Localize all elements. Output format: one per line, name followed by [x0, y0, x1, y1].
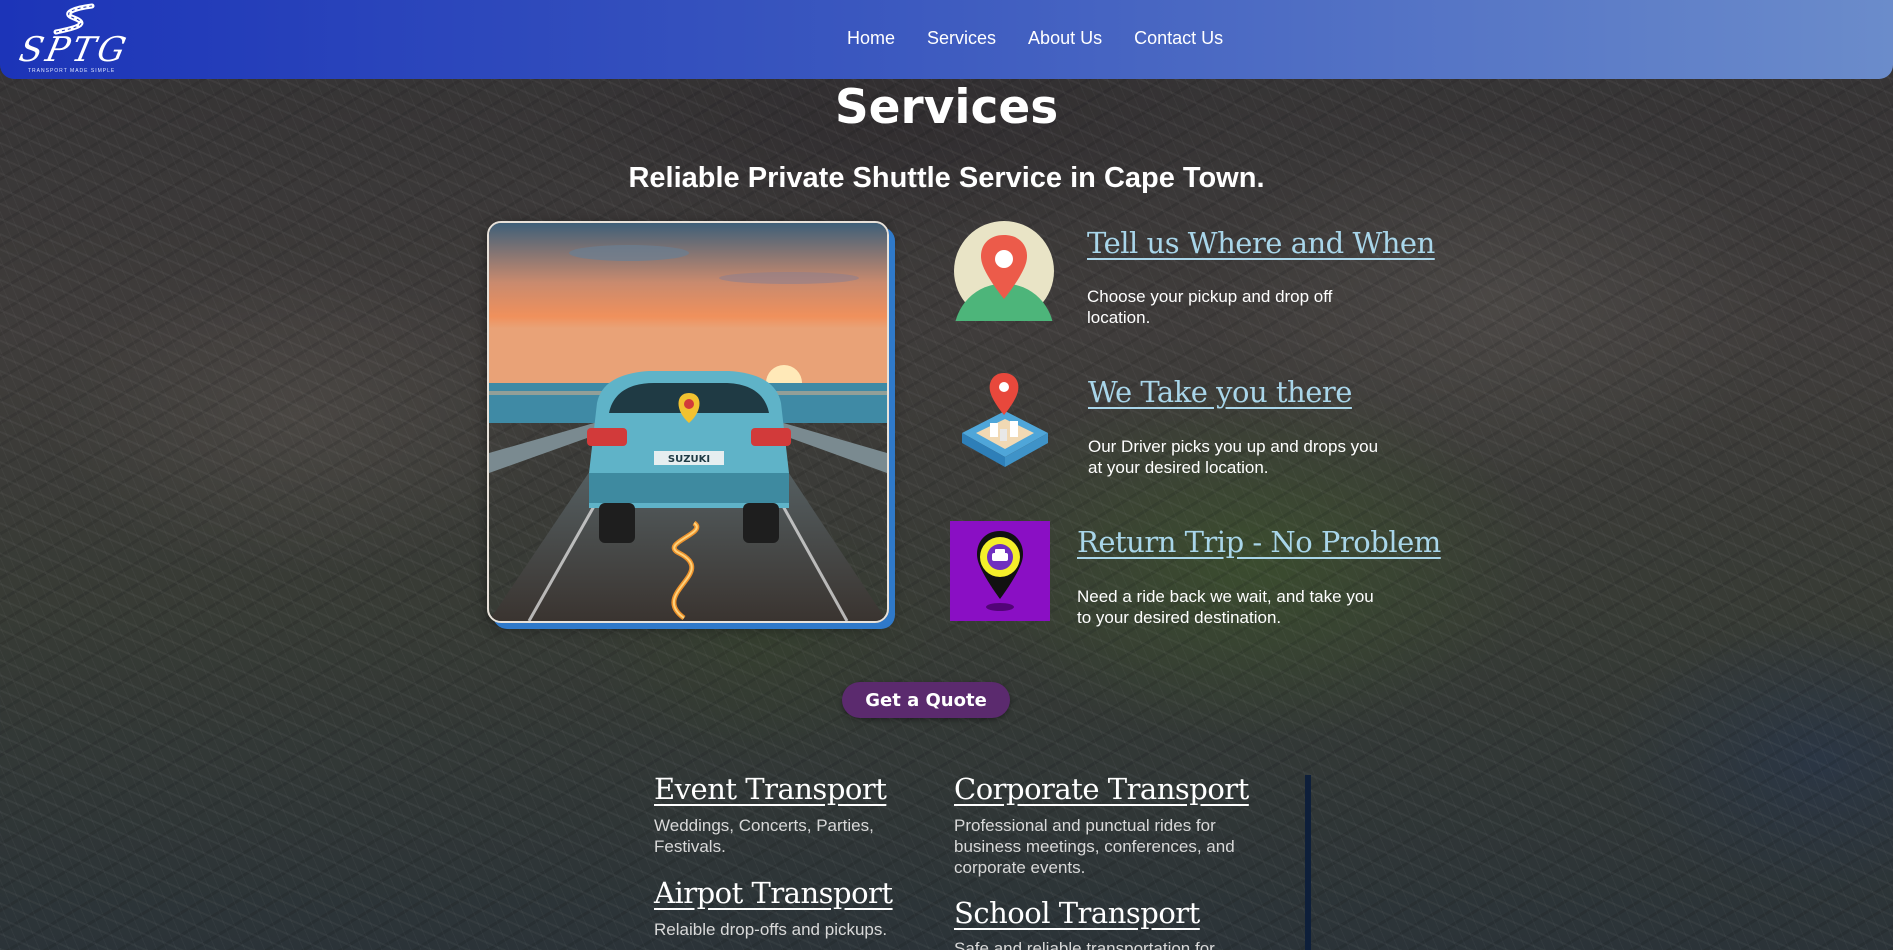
step-3-title[interactable]: Return Trip - No Problem — [1077, 525, 1441, 559]
logo-wordmark: SPTG — [15, 30, 133, 70]
site-logo[interactable]: SPTG TRANSPORT MADE SIMPLE — [16, 2, 132, 74]
step-1-text: Choose your pickup and drop off location… — [1087, 287, 1333, 327]
decorative-divider — [1305, 775, 1311, 950]
page-title: Services — [834, 80, 1059, 135]
top-navbar: SPTG TRANSPORT MADE SIMPLE Home Services… — [0, 0, 1893, 79]
car-badge-text: SUZUKI — [668, 454, 710, 465]
service-text-corporate: Professional and punctual rides for busi… — [954, 816, 1235, 877]
logo-tagline: TRANSPORT MADE SIMPLE — [28, 68, 116, 74]
service-text-event: Weddings, Concerts, Parties, Festivals. — [654, 816, 874, 856]
nav-services-link[interactable]: Services — [927, 28, 996, 49]
step-1-title[interactable]: Tell us Where and When — [1087, 226, 1435, 260]
car-pin-icon — [950, 521, 1050, 621]
step-2-title[interactable]: We Take you there — [1088, 375, 1352, 409]
service-title-school[interactable]: School Transport — [954, 896, 1200, 930]
service-text-airport: Relaible drop-offs and pickups. — [654, 920, 888, 939]
get-a-quote-button[interactable]: Get a Quote — [842, 682, 1010, 718]
main-nav: Home Services About Us Contact Us — [847, 28, 1223, 49]
background-city-image — [0, 0, 1893, 950]
service-title-airport[interactable]: Airpot Transport — [654, 876, 893, 910]
service-title-corporate[interactable]: Corporate Transport — [954, 772, 1249, 806]
page-tagline: Reliable Private Shuttle Service in Cape… — [628, 162, 1265, 194]
background-overlay — [0, 0, 1893, 950]
nav-home-link[interactable]: Home — [847, 28, 895, 49]
car-sunset-photo: SUZUKI — [487, 221, 889, 623]
step-3-text: Need a ride back we wait, and take you t… — [1077, 587, 1374, 627]
nav-about-link[interactable]: About Us — [1028, 28, 1102, 49]
map-pin-city-icon — [954, 371, 1056, 471]
nav-contact-link[interactable]: Contact Us — [1134, 28, 1223, 49]
service-title-event[interactable]: Event Transport — [654, 772, 887, 806]
location-pin-icon — [954, 221, 1054, 321]
service-text-school: Safe and reliable transportation for — [954, 939, 1215, 950]
car-photo-illustration: SUZUKI — [489, 223, 887, 621]
step-2-text: Our Driver picks you up and drops you at… — [1088, 437, 1379, 477]
